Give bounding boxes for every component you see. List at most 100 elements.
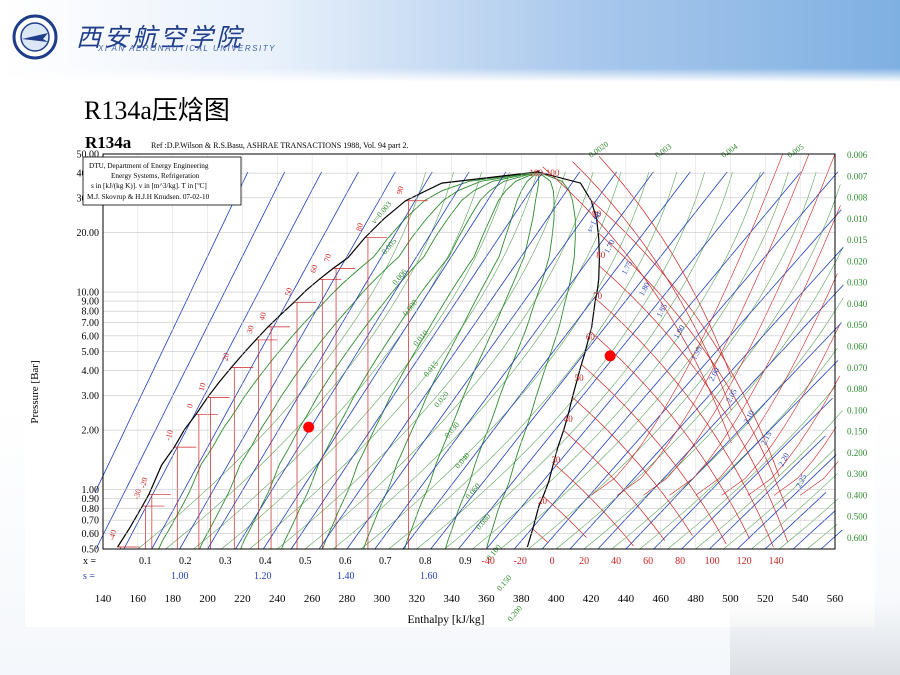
isotherm-liquid-label-11: 70 [322,253,333,263]
right-volume-tick-5: 0.020 [847,256,868,266]
isotherm-liquid-8 [268,326,291,549]
isotherm-liquid-7 [255,339,278,549]
isotherm-liquid-label-7: 30 [245,324,256,334]
right-volume-tick-0: 0.006 [847,150,868,160]
isochore-line-13 [500,171,789,550]
x-tick-label-14: 420 [583,593,600,605]
volume-top-label-2: 0.004 [719,142,739,160]
y-tick-label-10: 4.00 [82,366,100,377]
quality-tick-8: 0.9 [459,556,472,567]
isentrope-label-7: 2.00 [707,366,722,383]
info-line-4: M.J. Skovrup & H.J.H Knudsen. 07-02-10 [87,193,210,201]
isochore-inner-label-12: 0.150 [495,573,513,593]
right-volume-tick-9: 0.060 [847,342,868,352]
right-volume-tick-3: 0.010 [847,214,868,224]
isochore-line-5 [277,171,566,550]
isochore-inner-label-1: 0.005 [380,237,398,257]
x-tick-label-2: 180 [164,593,181,605]
isotherm-liquid-5 [207,396,230,549]
isotherm-vapor-0 [598,156,732,378]
axes-layer: 50.0040.0030.0020.0010.009.008.007.006.0… [77,150,868,606]
isentrope-line-27 [820,529,843,550]
isotherm-liquid-label-10: 60 [309,264,320,274]
isentrope-line-22 [681,397,833,550]
x-tick-label-16: 460 [652,593,669,605]
isentrope-line-25 [765,492,827,550]
right-volume-tick-1: 0.007 [847,171,868,181]
quality-tick-5: 0.6 [339,556,352,567]
right-volume-tick-11: 0.080 [847,384,868,394]
isentrope-line-1 [95,171,286,550]
y-tick-label-18: 0.50 [82,545,100,556]
x-tick-label-13: 400 [548,593,565,605]
right-volume-tick-18: 0.600 [847,533,868,543]
x-tick-label-9: 320 [408,593,425,605]
isotherm-vapor-8 [581,364,727,545]
y-tick-label-9: 5.00 [82,347,100,358]
right-volume-tick-13: 0.150 [847,427,868,437]
isochore-inner-label-9: 0.060 [464,481,482,501]
chart-reference: Ref :D.P.Wilson & R.S.Basu, ASHRAE TRANS… [151,141,408,150]
ph-diagram-chart: -40-30-20-100102030405060708090100-10090… [29,133,868,626]
isotherm-liquid-label-8: 40 [257,311,268,321]
entropy-tick-3: 1.60 [420,571,438,582]
volume-top-label-1: 0.003 [653,142,673,160]
quality-line-6 [363,171,539,550]
isotherm-liquid-11 [333,268,356,549]
state-point-2 [604,350,616,362]
quality-row-label: x = [83,556,97,567]
quality-line-8 [444,171,555,550]
isochore-inner-label-13: 0.200 [505,604,523,624]
quality-line-1 [158,171,539,550]
isentrope-label-0: s=1.60 [585,210,603,233]
quality-line-2 [199,171,539,550]
isentrope-line-3 [151,171,359,550]
university-seal-icon [12,14,58,60]
quality-tick-7: 0.8 [419,556,432,567]
y-tick-label-15: 0.80 [82,504,100,515]
isotherm-vapor-label-4: 60 [586,332,596,342]
isotherm-liquid-label-6: 20 [221,352,232,362]
y-tick-label-6: 8.00 [82,307,100,318]
info-line-2: Energy Systems, Refrigeration [111,172,200,180]
ph-diagram-figure: -40 -30 -20 -10 0 10 20 30 40 50 60 70 80 90 100-100 90… [25,130,875,627]
quality-tick-2: 0.3 [219,556,232,567]
temperature-tick-6: 80 [675,556,685,567]
quality-tick-0: 0.1 [139,556,152,567]
right-volume-tick-8: 0.050 [847,320,868,330]
isotherm-liquid-3 [174,446,197,549]
isentrope-line-10 [346,171,617,550]
volume-top-label-0: 0.0020 [587,140,610,160]
isotherm-arc-1 [616,153,810,496]
isentrope-line-20 [625,322,842,550]
entropy-tick-0: 1.00 [171,571,189,582]
isentrope-line-15 [486,171,802,550]
isotherm-liquid-label-3: -10 [164,429,175,442]
isotherm-vapor-label-5: 50 [575,373,585,383]
quality-tick-4: 0.5 [299,556,312,567]
isochore-line-1 [165,171,454,550]
x-tick-label-3: 200 [199,593,216,605]
y-tick-label-17: 0.60 [82,529,100,540]
x-axis-label: Enthalpy [kJ/kg] [408,614,485,626]
x-tick-label-6: 260 [304,593,321,605]
quality-tick-1: 0.2 [179,556,192,567]
quality-tick-6: 0.7 [379,556,392,567]
isotherm-vapor-label-8: 20 [538,496,548,506]
y-tick-label-12: 2.00 [82,426,100,437]
temperature-tick-8: 120 [737,556,752,567]
info-line-1: DTU, Department of Energy Engineering [89,162,209,170]
x-tick-label-5: 240 [269,593,286,605]
isotherm-arc-5 [721,324,840,496]
isentrope-label-6: 1.95 [689,345,704,362]
isotherm-liquid-label-0: -40 [107,529,118,542]
isochore-line-19 [667,385,837,550]
right-volume-tick-14: 0.200 [847,448,868,458]
isochore-inner-label-8: 0.040 [453,451,471,471]
isochore-line-0 [137,171,427,550]
temperature-tick-0: -40 [481,556,494,567]
right-volume-tick-15: 0.300 [847,469,868,479]
x-tick-label-0: 140 [95,593,112,605]
isotherm-liquid-label-12: 80 [354,222,365,232]
right-volume-tick-16: 0.400 [847,490,868,500]
